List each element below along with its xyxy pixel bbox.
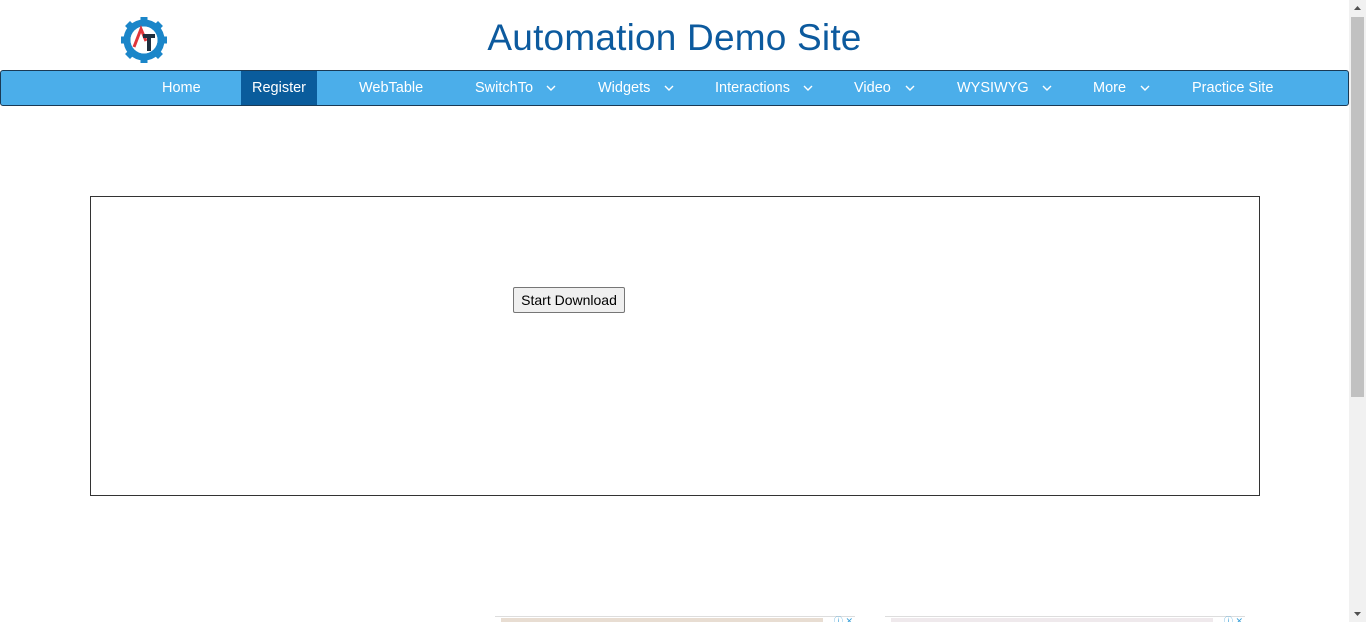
nav-item-label: Practice Site [1192, 80, 1274, 96]
page: Automation Demo Site Home Register WebTa… [0, 0, 1349, 622]
scroll-up-arrow-icon[interactable] [1349, 0, 1366, 17]
ad-image[interactable] [891, 618, 1213, 622]
vertical-scrollbar[interactable] [1349, 0, 1366, 622]
nav-item-webtable[interactable]: WebTable [359, 71, 423, 105]
start-download-button[interactable]: Start Download [513, 287, 625, 313]
nav-item-widgets[interactable]: Widgets [598, 71, 678, 105]
scroll-down-arrow-icon[interactable] [1349, 605, 1366, 622]
scrollbar-thumb[interactable] [1351, 17, 1364, 397]
nav-item-interactions[interactable]: Interactions [715, 71, 817, 105]
nav-item-wysiwyg[interactable]: WYSIWYG [957, 71, 1055, 105]
ad-banner-right[interactable]: ⓘ ✕ [885, 616, 1245, 622]
nav-item-home[interactable]: Home [162, 71, 201, 105]
ad-controls: ⓘ ✕ [1224, 616, 1243, 623]
close-icon[interactable]: ✕ [1235, 616, 1243, 623]
main-navbar: Home Register WebTable SwitchTo Widgets … [0, 70, 1349, 106]
nav-item-label: Home [162, 80, 201, 96]
nav-item-label: WebTable [359, 80, 424, 96]
nav-item-register[interactable]: Register [241, 71, 317, 105]
ad-banner-left[interactable]: ⓘ ✕ [495, 616, 855, 622]
nav-item-label: WYSIWYG [957, 80, 1029, 96]
nav-item-label: More [1093, 80, 1127, 96]
info-icon[interactable]: ⓘ [1224, 616, 1233, 623]
nav-item-switchto[interactable]: SwitchTo [475, 71, 561, 105]
chevron-down-icon [905, 71, 915, 105]
chevron-down-icon [1140, 71, 1150, 105]
ad-controls: ⓘ ✕ [834, 616, 853, 623]
chevron-down-icon [664, 71, 674, 105]
nav-item-practice-site[interactable]: Practice Site [1192, 71, 1273, 105]
nav-item-label: Register [252, 80, 306, 96]
nav-item-label: Widgets [598, 80, 651, 96]
chevron-down-icon [1042, 71, 1052, 105]
site-title-text: Automation Demo Site [487, 17, 862, 58]
download-frame: Start Download [90, 196, 1260, 496]
chevron-down-icon [546, 71, 556, 105]
nav-item-video[interactable]: Video [854, 71, 920, 105]
site-title: Automation Demo Site [0, 17, 1349, 59]
info-icon[interactable]: ⓘ [834, 616, 843, 623]
close-icon[interactable]: ✕ [845, 616, 853, 623]
nav-item-more[interactable]: More [1093, 71, 1155, 105]
nav-item-label: SwitchTo [475, 80, 534, 96]
ad-image[interactable] [501, 618, 823, 622]
nav-item-label: Interactions [715, 80, 790, 96]
nav-item-label: Video [854, 80, 891, 96]
chevron-down-icon [803, 71, 813, 105]
